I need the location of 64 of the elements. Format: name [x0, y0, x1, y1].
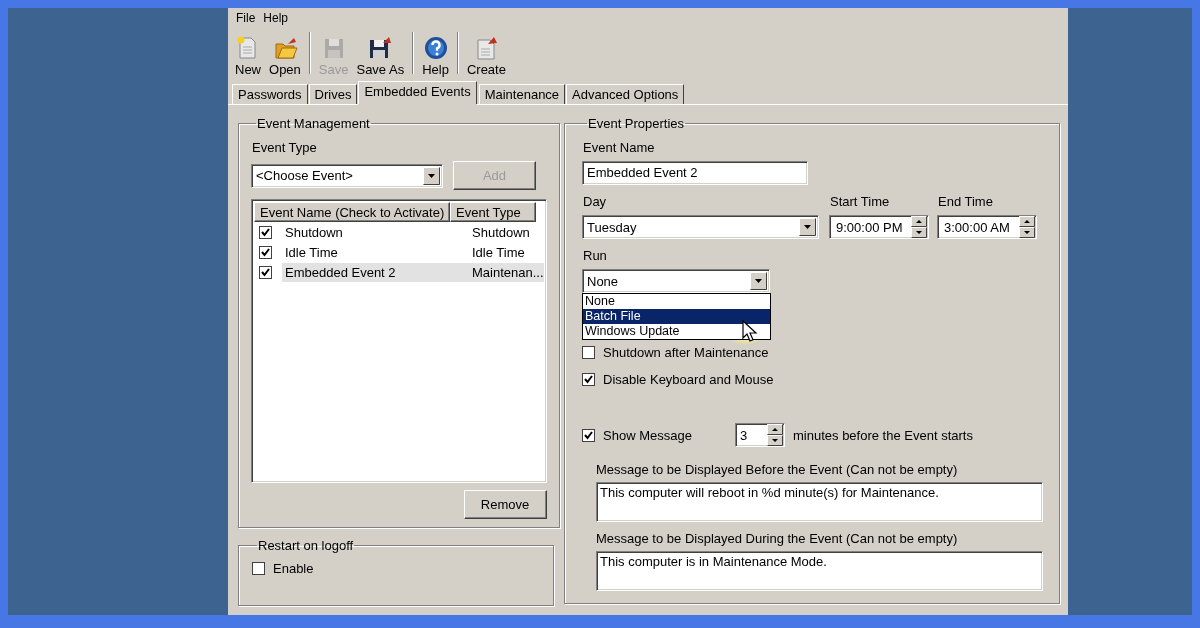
toolbar-button[interactable]: Save As: [352, 28, 409, 80]
checkbox[interactable]: [582, 346, 595, 359]
menu-item[interactable]: Help: [259, 11, 293, 25]
help-icon: [422, 35, 449, 61]
message-field[interactable]: This computer is in Maintenance Mode.: [596, 551, 1043, 591]
column-header[interactable]: Event Name (Check to Activate): [254, 202, 450, 222]
checkbox-label[interactable]: Shutdown after Maintenance: [603, 345, 769, 360]
field-label: Message to be Displayed During the Event (Can not be empty): [596, 531, 959, 546]
floppy-arrow-icon: [367, 35, 394, 61]
checkbox[interactable]: [582, 373, 595, 386]
checkbox-label[interactable]: Enable: [273, 561, 314, 576]
list-cell[interactable]: Maintenan...: [467, 262, 544, 282]
toolbar-button[interactable]: Open: [265, 28, 305, 80]
field-label: minutes before the Event starts: [793, 427, 973, 443]
tab[interactable]: Embedded Events: [358, 81, 477, 104]
checkbox[interactable]: [259, 265, 272, 279]
message-field[interactable]: This computer will reboot in %d minute(s) for Maintenance.: [596, 482, 1043, 522]
tab[interactable]: Maintenance: [478, 84, 566, 104]
minutes-field[interactable]: 3: [735, 423, 785, 447]
toolbar-button[interactable]: New: [231, 28, 265, 80]
caret-icon[interactable]: [750, 272, 767, 290]
field-label: Message to be Displayed Before the Event (Can not be empty): [596, 462, 959, 477]
group-title: Event Properties: [587, 116, 686, 131]
list-cell[interactable]: Idle Time: [282, 242, 467, 262]
list-cell[interactable]: Shutdown: [282, 222, 467, 242]
toolbar-button[interactable]: Help: [418, 28, 453, 80]
day-dropdown[interactable]: Tuesday: [582, 215, 819, 239]
checkbox[interactable]: [259, 225, 272, 239]
run-dropdown[interactable]: None: [582, 269, 770, 293]
field-label: Event Type: [252, 140, 318, 155]
column-header[interactable]: Event Type: [450, 202, 536, 222]
list-cell[interactable]: Embedded Event 2: [282, 262, 467, 282]
toolbar-button[interactable]: Create: [462, 28, 510, 80]
dropdown-option[interactable]: None: [583, 294, 770, 309]
checkbox-label[interactable]: Show Message: [603, 427, 727, 443]
field-label: Event Name: [583, 140, 656, 155]
checkbox[interactable]: [582, 428, 595, 442]
field-label: Run: [583, 248, 608, 263]
menu-item[interactable]: File: [232, 11, 260, 25]
caret-icon[interactable]: [423, 166, 440, 185]
event-type-dropdown[interactable]: <Choose Event>: [251, 163, 443, 188]
list-cell[interactable]: Shutdown: [467, 222, 530, 242]
remove-button[interactable]: Remove: [463, 490, 547, 519]
group-title: Restart on logoff: [257, 538, 355, 553]
field-label: Start Time: [830, 194, 891, 209]
checkbox[interactable]: [259, 245, 272, 259]
list-cell[interactable]: Idle Time: [467, 242, 525, 262]
event-name-field[interactable]: Embedded Event 2: [582, 161, 808, 185]
time-field[interactable]: 3:00:00 AM: [937, 215, 1037, 239]
dropdown-option[interactable]: Windows Update: [583, 324, 770, 339]
field-label: Day: [583, 194, 608, 209]
tab[interactable]: Advanced Options: [566, 84, 685, 104]
checkbox-label[interactable]: Disable Keyboard and Mouse: [603, 372, 774, 387]
tab[interactable]: Passwords: [232, 84, 308, 104]
dropdown-option[interactable]: Batch File: [583, 309, 770, 324]
spin-buttons[interactable]: [911, 216, 927, 238]
tab[interactable]: Drives: [308, 84, 358, 104]
spin-buttons[interactable]: [767, 424, 783, 446]
spin-buttons[interactable]: [1019, 216, 1035, 238]
field-label: End Time: [938, 194, 994, 209]
checkbox[interactable]: [252, 562, 265, 575]
group-title: Event Management: [256, 116, 371, 131]
caret-icon[interactable]: [799, 218, 816, 236]
time-field[interactable]: 9:00:00 PM: [829, 215, 929, 239]
